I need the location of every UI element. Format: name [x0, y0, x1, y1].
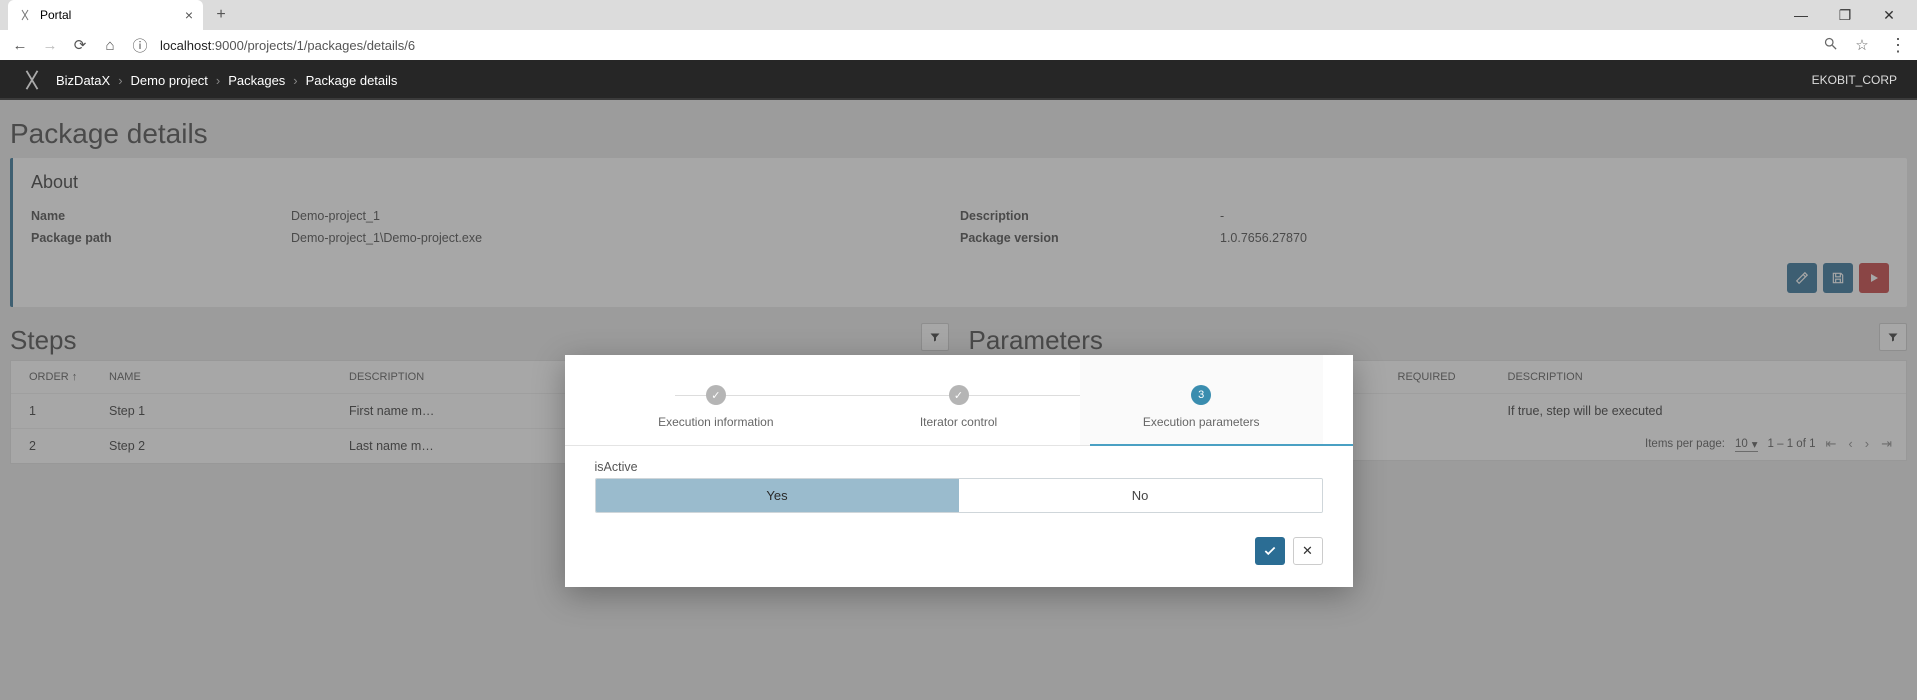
- isactive-toggle: Yes No: [595, 478, 1323, 513]
- check-icon: ✓: [949, 385, 969, 405]
- url-path: :9000/projects/1/packages/details/6: [211, 38, 415, 53]
- app-header: BizDataX › Demo project › Packages › Pac…: [0, 60, 1917, 100]
- step-label: Execution information: [595, 415, 838, 429]
- toggle-no[interactable]: No: [959, 479, 1322, 512]
- tab-favicon: [18, 8, 32, 22]
- nav-home-icon[interactable]: ⌂: [100, 37, 120, 54]
- nav-forward-icon: →: [40, 37, 60, 54]
- bookmark-star-icon[interactable]: ☆: [1853, 36, 1871, 55]
- breadcrumb-current: Package details: [306, 73, 398, 88]
- breadcrumb-root[interactable]: BizDataX: [56, 73, 110, 88]
- cancel-button[interactable]: ✕: [1293, 537, 1323, 565]
- chevron-right-icon: ›: [216, 73, 220, 88]
- execution-modal: ✓ Execution information ✓ Iterator contr…: [565, 355, 1353, 587]
- window-minimize-button[interactable]: —: [1783, 1, 1819, 29]
- breadcrumb-packages[interactable]: Packages: [228, 73, 285, 88]
- stepper-indicator: [1090, 444, 1352, 446]
- step-label: Execution parameters: [1080, 415, 1323, 429]
- tab-close-icon[interactable]: ×: [185, 7, 193, 23]
- stepper-step-2[interactable]: ✓ Iterator control: [837, 385, 1080, 429]
- window-maximize-button[interactable]: ❐: [1827, 1, 1863, 29]
- confirm-button[interactable]: [1255, 537, 1285, 565]
- tab-title: Portal: [40, 8, 71, 22]
- browser-tab[interactable]: Portal ×: [8, 0, 203, 30]
- url-display[interactable]: localhost:9000/projects/1/packages/detai…: [160, 38, 1811, 53]
- chevron-right-icon: ›: [293, 73, 297, 88]
- check-icon: ✓: [706, 385, 726, 405]
- param-label: isActive: [595, 460, 1323, 474]
- app-logo-icon[interactable]: [20, 68, 44, 92]
- browser-address-bar: ← → ⟳ ⌂ ⓘ localhost:9000/projects/1/pack…: [0, 30, 1917, 60]
- step-label: Iterator control: [837, 415, 1080, 429]
- nav-back-icon[interactable]: ←: [10, 37, 30, 54]
- breadcrumb: BizDataX › Demo project › Packages › Pac…: [56, 73, 397, 88]
- url-host: localhost: [160, 38, 211, 53]
- stepper-step-1[interactable]: ✓ Execution information: [595, 385, 838, 429]
- nav-reload-icon[interactable]: ⟳: [70, 36, 90, 54]
- site-info-icon[interactable]: ⓘ: [130, 35, 150, 56]
- toggle-yes[interactable]: Yes: [596, 479, 959, 512]
- browser-menu-icon[interactable]: ⋮: [1889, 35, 1907, 56]
- zoom-icon[interactable]: [1821, 36, 1839, 55]
- modal-stepper: ✓ Execution information ✓ Iterator contr…: [565, 355, 1353, 446]
- breadcrumb-project[interactable]: Demo project: [131, 73, 208, 88]
- chevron-right-icon: ›: [118, 73, 122, 88]
- browser-tab-bar: Portal × + — ❐ ✕: [0, 0, 1917, 30]
- window-close-button[interactable]: ✕: [1871, 1, 1907, 29]
- new-tab-button[interactable]: +: [207, 1, 235, 29]
- stepper-step-3[interactable]: 3 Execution parameters: [1080, 355, 1323, 445]
- user-label[interactable]: EKOBIT_CORP: [1812, 73, 1897, 87]
- step-number-icon: 3: [1191, 385, 1211, 405]
